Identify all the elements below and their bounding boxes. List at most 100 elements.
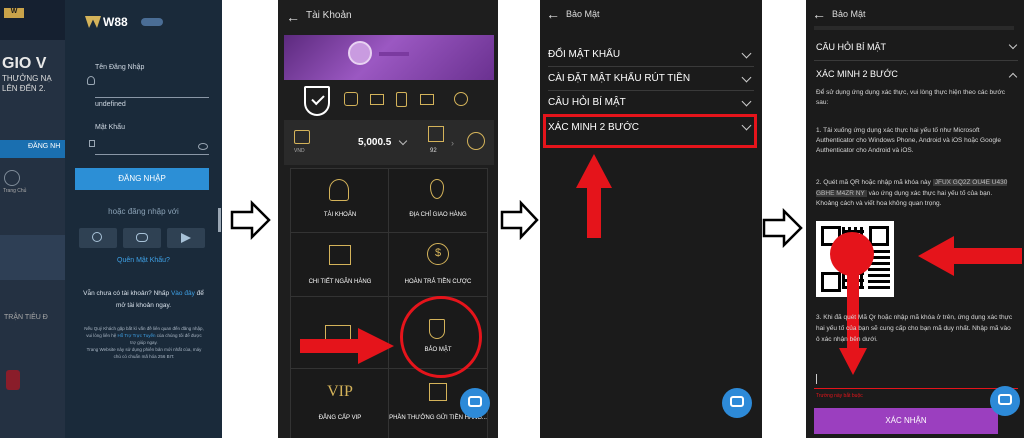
row-label: ĐỔI MẬT KHẨU (548, 49, 621, 60)
phone-icon (396, 92, 407, 107)
page-title: Bảo Mật (566, 9, 600, 19)
code-input-cursor (816, 374, 817, 384)
gift-icon[interactable] (428, 126, 444, 142)
background-home-label: Trang Chủ (3, 188, 27, 194)
row-label: CÂU HỎI BÍ MẬT (548, 97, 626, 108)
mail-icon (420, 94, 434, 105)
location-pin-icon (430, 179, 444, 199)
flow-arrow-icon (762, 208, 803, 248)
highlight-circle (400, 296, 482, 378)
flow-arrow-icon (500, 200, 539, 240)
resize-handle[interactable] (218, 208, 221, 232)
register-link[interactable]: Vào đây (171, 290, 195, 297)
back-arrow-icon[interactable]: ← (286, 9, 300, 25)
menu-label: ĐẲNG CẤP VIP (318, 415, 362, 421)
password-field[interactable] (95, 154, 209, 155)
calendar-icon (429, 383, 447, 401)
shield-check-icon (304, 86, 330, 116)
logo-mascot-icon (141, 18, 163, 26)
step-1-text: 1. Tải xuống ứng dụng xác thực hai yếu t… (816, 127, 1001, 154)
menu-bank-details[interactable]: CHI TIẾT NGÂN HÀNG (290, 232, 390, 298)
background-login-tab: ĐĂNG NH (28, 143, 61, 150)
menu-label: TÀI KHOẢN (323, 212, 357, 218)
menu-shipping-address[interactable]: ĐỊA CHỈ GIAO HÀNG (388, 168, 488, 234)
wallet-bar: VND 5,000.5 92 › (284, 120, 494, 165)
menu-label: HOÀN TRẢ TIỀN CƯỢC (404, 279, 472, 285)
confirm-button[interactable]: XÁC NHẬN (814, 408, 998, 434)
step-2-prefix: 2. Quét mã QR hoặc nhập mã khóa này (816, 179, 931, 186)
red-arrow-up-icon (576, 154, 612, 238)
telegram-icon (181, 233, 191, 243)
logo-text: W88 (103, 15, 128, 29)
username-value: undefined (95, 101, 126, 108)
required-error: Trường này bắt buộc (816, 393, 863, 399)
collapsed-row-edge (814, 26, 1014, 30)
flow-arrow-icon (230, 200, 271, 240)
menu-account[interactable]: TÀI KHOẢN (290, 168, 390, 234)
chevron-up-icon[interactable] (1008, 72, 1018, 82)
password-label: Mật Khẩu (95, 124, 125, 131)
two-step-screen: ← Bảo Mật CÂU HỎI BÍ MẬT XÁC MINH 2 BƯỚC… (806, 0, 1024, 438)
lock-icon (89, 140, 95, 147)
wallet-icon (294, 130, 310, 144)
live-support-link[interactable]: Hỗ Trợ Trực Tuyến (118, 333, 156, 338)
live-chat-icon[interactable] (722, 388, 752, 418)
no-account-text: Vẫn chưa có tài khoản? Nhấp Vào đây để (65, 290, 222, 297)
chat-bubble-icon (136, 233, 148, 242)
vip-text: VIP (327, 383, 353, 400)
chevron-down-icon (741, 96, 752, 107)
login-screen: W GIO V THƯỞNG NẠ LÊN ĐẾN 2. ĐĂNG NH Tra… (0, 0, 222, 438)
chevron-right-icon[interactable]: › (451, 138, 454, 148)
no-account-prefix: Vẫn chưa có tài khoản? Nhấp (83, 290, 170, 297)
home-icon (4, 170, 20, 186)
background-promo-title: GIO V (2, 55, 47, 72)
background-logo: W (4, 8, 24, 18)
notice-line: Trang Website này sử dụng phiên bản mới … (86, 347, 202, 352)
vip-badge-icon (454, 92, 468, 106)
background-trending: TRẬN TIÊU Đ (4, 314, 48, 321)
live-chat-icon[interactable] (990, 386, 1020, 416)
red-arrow-icon (300, 328, 394, 364)
account-screen: ← Tài Khoản VND 5,000.5 92 › TÀI KHOẢN Đ… (278, 0, 498, 438)
chevron-down-icon[interactable] (1008, 40, 1018, 50)
profile-banner (284, 35, 494, 80)
no-account-suffix: để (196, 290, 204, 297)
highlight-box (543, 114, 757, 148)
chevron-down-icon (741, 48, 752, 59)
telegram-login-button[interactable] (167, 228, 205, 248)
step-3-text: 3. Khi đã quét Mã Qr hoặc nhập mã khóa ở… (816, 314, 1013, 343)
zalo-login-button[interactable] (123, 228, 161, 248)
two-step-row[interactable]: XÁC MINH 2 BƯỚC (816, 69, 898, 79)
google-login-button[interactable] (79, 228, 117, 248)
page-title: Tài Khoản (306, 10, 352, 21)
eye-icon[interactable] (198, 143, 208, 150)
menu-label: CHI TIẾT NGÂN HÀNG (308, 279, 372, 285)
back-arrow-icon[interactable]: ← (812, 6, 826, 22)
menu-rebate[interactable]: $ HOÀN TRẢ TIỀN CƯỢC (388, 232, 488, 298)
row-security-question[interactable]: CÂU HỎI BÍ MẬT (548, 92, 754, 115)
intro-text: Để sử dụng ứng dụng xác thực, vui lòng t… (816, 89, 1005, 106)
username-field[interactable] (95, 97, 209, 98)
wheel-icon[interactable] (467, 132, 485, 150)
w88-logo-icon (85, 16, 101, 28)
login-button[interactable]: ĐĂNG NHẬP (75, 168, 209, 190)
no-account-line2: mở tài khoản ngay. (115, 302, 172, 309)
gift-count: 92 (430, 148, 437, 154)
login-notice: Nếu Quý Khách gặp bất kì vấn đề liên qua… (69, 325, 219, 360)
forgot-password-link[interactable]: Quên Mật Khẩu? (65, 257, 222, 264)
code-input[interactable] (814, 388, 1018, 389)
bank-icon (329, 245, 351, 265)
page-title: Bảo Mật (832, 9, 866, 19)
menu-vip[interactable]: VIP ĐẲNG CẤP VIP (290, 368, 390, 438)
security-question-row[interactable]: CÂU HỎI BÍ MẬT (816, 42, 886, 52)
user-edit-icon (329, 179, 349, 201)
live-chat-icon[interactable] (460, 388, 490, 418)
currency-label: VND (294, 148, 305, 154)
chevron-down-icon[interactable] (398, 136, 408, 146)
background-promo-line: LÊN ĐẾN 2. (2, 84, 46, 93)
background-promo-line: THƯỞNG NẠ (2, 74, 52, 83)
chevron-down-icon (741, 72, 752, 83)
row-change-password[interactable]: ĐỔI MẬT KHẨU (548, 44, 754, 67)
row-withdraw-password[interactable]: CÀI ĐẶT MẬT KHẨU RÚT TIỀN (548, 68, 754, 91)
back-arrow-icon[interactable]: ← (546, 6, 560, 22)
